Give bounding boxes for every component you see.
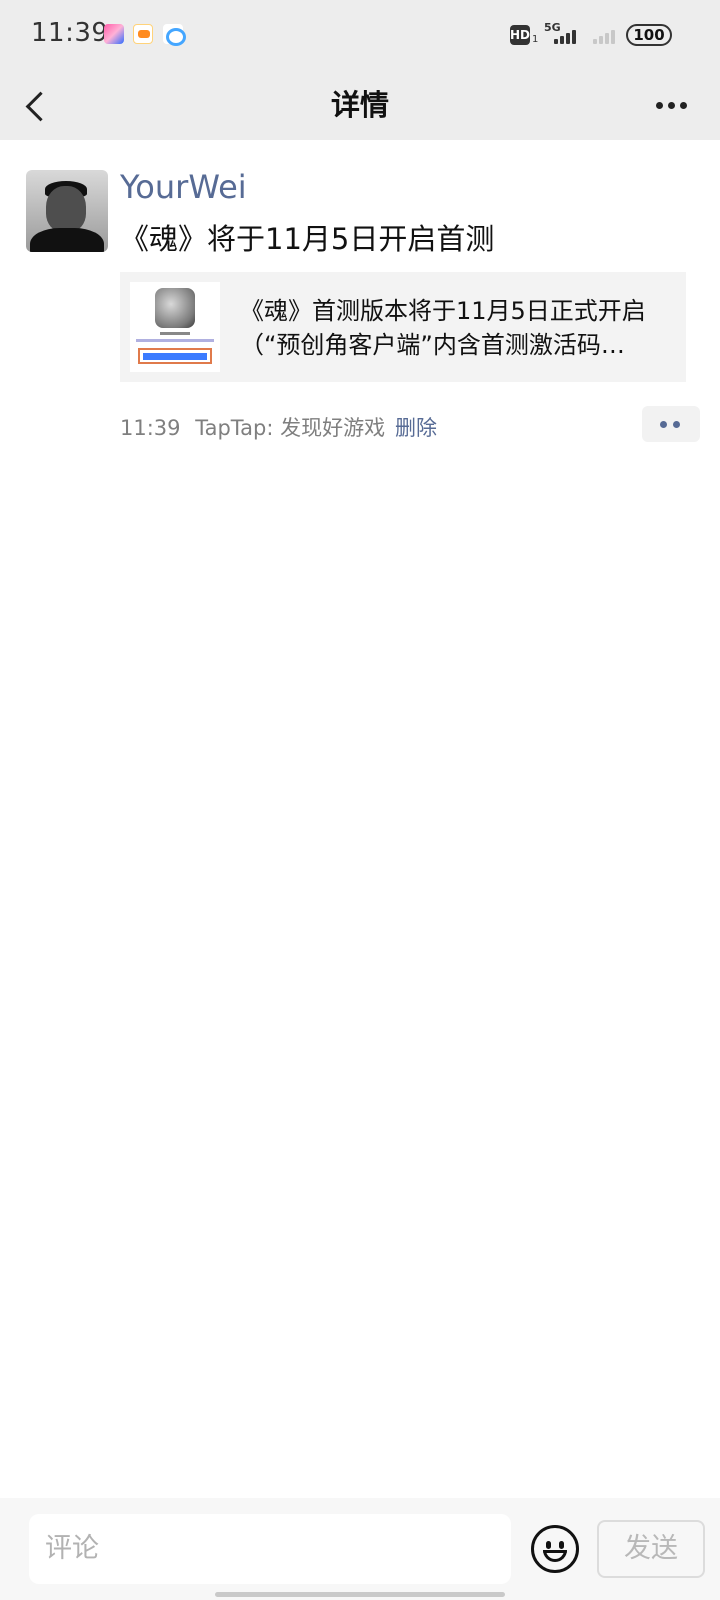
avatar[interactable] <box>26 170 108 252</box>
delete-button[interactable]: 删除 <box>395 412 437 442</box>
thumbnail-button <box>138 348 212 364</box>
signal-strength-icon <box>554 28 580 44</box>
smiley-eye <box>559 1541 564 1549</box>
like-comment-button[interactable] <box>642 406 700 442</box>
shared-link-card[interactable]: 《魂》首测版本将于11月5日正式开启 （“预创角客户端”内含首测激活码… <box>120 272 686 382</box>
comment-bar: 评论 发送 <box>0 1498 720 1600</box>
smiley-mouth <box>543 1550 567 1562</box>
link-card-line: 《魂》首测版本将于11月5日正式开启 <box>240 297 646 325</box>
page-title: 详情 <box>330 88 389 122</box>
app-notification-icon <box>133 24 153 44</box>
link-thumbnail <box>130 282 220 372</box>
post-meta: 11:39 TapTap: 发现好游戏 <box>120 412 393 442</box>
app-notification-icon <box>163 24 186 46</box>
send-button[interactable]: 发送 <box>597 1520 705 1578</box>
more-dots-icon <box>680 102 687 109</box>
smiley-eye <box>546 1541 551 1549</box>
comment-input[interactable]: 评论 <box>29 1514 511 1584</box>
dots-icon <box>660 421 667 428</box>
hd-icon: HD <box>510 25 530 45</box>
smiley-icon[interactable] <box>531 1525 579 1573</box>
more-dots-icon <box>656 102 663 109</box>
battery-icon: 100 <box>626 24 672 46</box>
signal-strength-icon <box>593 28 619 44</box>
link-card-line: （“预创角客户端”内含首测激活码… <box>240 331 625 359</box>
post-source-link[interactable]: TapTap: 发现好游戏 <box>195 416 385 440</box>
status-time: 11:39 <box>31 18 109 48</box>
app-notification-icon <box>104 24 124 44</box>
nav-bar: 详情 <box>0 70 720 140</box>
more-button[interactable] <box>652 90 692 120</box>
post-text: 《魂》将于11月5日开启首测 <box>120 222 495 256</box>
avatar-body <box>30 228 104 252</box>
post-time: 11:39 <box>120 416 181 440</box>
link-card-text: 《魂》首测版本将于11月5日正式开启 （“预创角客户端”内含首测激活码… <box>240 294 666 362</box>
username-link[interactable]: YourWei <box>120 168 247 206</box>
thumbnail-text-line <box>160 332 190 335</box>
avatar-face <box>46 186 86 232</box>
more-dots-icon <box>668 102 675 109</box>
dots-icon <box>673 421 680 428</box>
hd-sub-label: 1 <box>532 34 539 45</box>
home-indicator[interactable] <box>215 1592 505 1597</box>
thumbnail-text-line <box>136 339 214 342</box>
game-app-icon <box>155 288 195 328</box>
status-bar: 11:39 HD 1 5G 100 <box>0 0 720 70</box>
